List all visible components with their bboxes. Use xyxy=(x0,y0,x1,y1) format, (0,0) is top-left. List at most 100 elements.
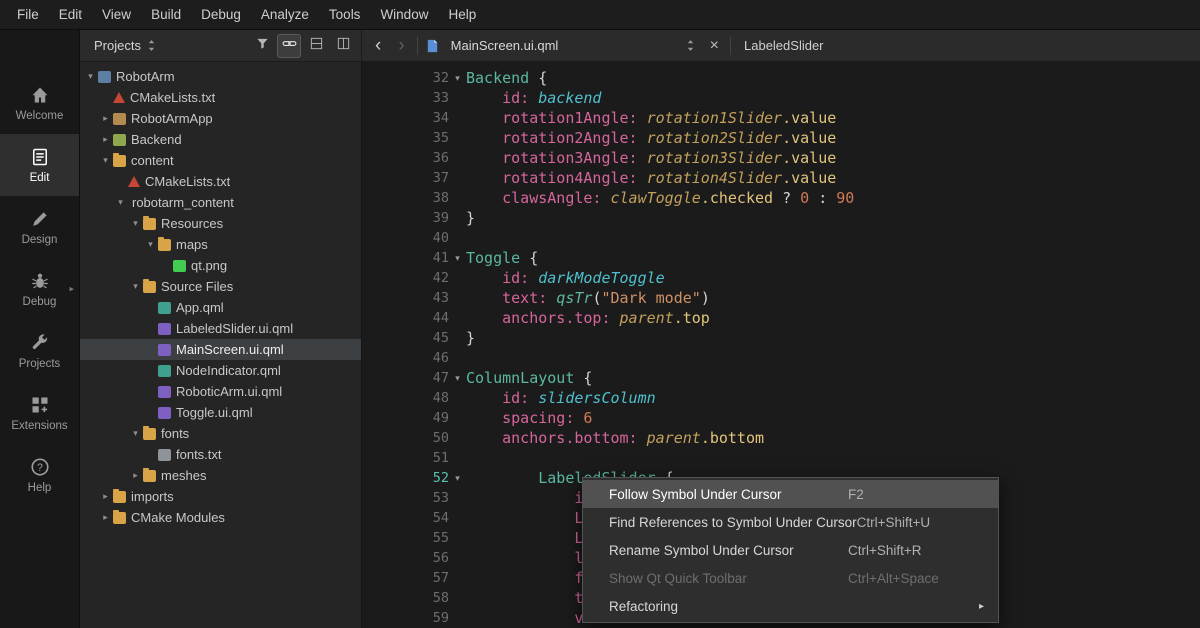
code-line-49[interactable]: spacing: 6 xyxy=(466,408,1200,428)
tree-item-cmake-modules[interactable]: ▸CMake Modules xyxy=(80,507,361,528)
context-menu-item-find-references-to-symbol-under-cursor[interactable]: Find References to Symbol Under CursorCt… xyxy=(583,508,998,536)
menu-window[interactable]: Window xyxy=(371,3,437,26)
go-forward-button[interactable]: › xyxy=(393,36,409,55)
code-line-35[interactable]: rotation2Angle: rotation2Slider.value xyxy=(466,128,1200,148)
line-number: 34 xyxy=(388,110,449,126)
context-menu-item-follow-symbol-under-cursor[interactable]: Follow Symbol Under CursorF2 xyxy=(583,480,998,508)
tree-item-robotarmapp[interactable]: ▸ RobotArmApp xyxy=(80,108,361,129)
tree-item-roboticarm-ui-qml[interactable]: RoboticArm.ui.qml xyxy=(80,381,361,402)
line-number: 37 xyxy=(388,170,449,186)
fold-marker-icon[interactable]: ▾ xyxy=(449,253,466,264)
tree-item-robotarm-content[interactable]: ▾robotarm_content xyxy=(80,192,361,213)
open-document-selector[interactable]: MainScreen.ui.qml xyxy=(447,36,699,55)
fold-marker-icon[interactable]: ▾ xyxy=(449,373,466,384)
menu-file[interactable]: File xyxy=(8,3,48,26)
expand-arrow-icon[interactable]: ▸ xyxy=(99,113,112,124)
expand-arrow-icon[interactable]: ▾ xyxy=(129,428,142,439)
mode-extensions[interactable]: Extensions xyxy=(0,382,79,444)
code-line-46[interactable] xyxy=(466,348,1200,368)
code-line-43[interactable]: text: qsTr("Dark mode") xyxy=(466,288,1200,308)
menu-edit[interactable]: Edit xyxy=(50,3,91,26)
close-document-button[interactable]: × xyxy=(706,37,723,55)
expand-arrow-icon[interactable]: ▾ xyxy=(84,71,97,82)
expand-arrow-icon[interactable]: ▾ xyxy=(99,155,112,166)
tree-item-cmakelists-txt[interactable]: CMakeLists.txt xyxy=(80,87,361,108)
code-line-50[interactable]: anchors.bottom: parent.bottom xyxy=(466,428,1200,448)
tree-item-cmakelists-txt[interactable]: CMakeLists.txt xyxy=(80,171,361,192)
context-menu-item-refactoring[interactable]: Refactoring▸ xyxy=(583,592,998,620)
code-line-34[interactable]: rotation1Angle: rotation1Slider.value xyxy=(466,108,1200,128)
expand-arrow-icon[interactable]: ▸ xyxy=(99,512,112,523)
expand-arrow-icon[interactable]: ▸ xyxy=(129,470,142,481)
tree-item-qt-png[interactable]: qt.png xyxy=(80,255,361,276)
mode-design[interactable]: Design xyxy=(0,196,79,258)
tree-item-maps[interactable]: ▾maps xyxy=(80,234,361,255)
tree-item-label: CMakeLists.txt xyxy=(145,174,230,189)
tree-item-toggle-ui-qml[interactable]: Toggle.ui.qml xyxy=(80,402,361,423)
code-line-48[interactable]: id: slidersColumn xyxy=(466,388,1200,408)
tree-item-robotarm[interactable]: ▾RobotArm xyxy=(80,66,361,87)
filter-button[interactable] xyxy=(250,34,274,58)
menu-debug[interactable]: Debug xyxy=(192,3,250,26)
expand-arrow-icon[interactable]: ▾ xyxy=(129,218,142,229)
folder-icon xyxy=(143,281,156,293)
menu-help[interactable]: Help xyxy=(439,3,485,26)
mode-welcome[interactable]: Welcome xyxy=(0,72,79,134)
tree-item-nodeindicator-qml[interactable]: NodeIndicator.qml xyxy=(80,360,361,381)
tree-item-labeledslider-ui-qml[interactable]: LabeledSlider.ui.qml xyxy=(80,318,361,339)
fold-marker-icon[interactable]: ▾ xyxy=(449,73,466,84)
mode-projects[interactable]: Projects xyxy=(0,320,79,382)
tree-item-fonts[interactable]: ▾fonts xyxy=(80,423,361,444)
gutter-row: 58 xyxy=(388,588,466,608)
close-split-button[interactable] xyxy=(331,34,355,58)
projects-pane-selector[interactable]: Projects xyxy=(94,38,246,53)
expand-arrow-icon[interactable]: ▾ xyxy=(144,239,157,250)
code-line-51[interactable] xyxy=(466,448,1200,468)
mode-help[interactable]: ?Help xyxy=(0,444,79,506)
code-line-40[interactable] xyxy=(466,228,1200,248)
code-line-38[interactable]: clawsAngle: clawToggle.checked ? 0 : 90 xyxy=(466,188,1200,208)
menu-build[interactable]: Build xyxy=(142,3,190,26)
code-line-37[interactable]: rotation4Angle: rotation4Slider.value xyxy=(466,168,1200,188)
split-button[interactable] xyxy=(304,34,328,58)
line-number: 45 xyxy=(388,330,449,346)
lib-icon xyxy=(113,134,126,146)
gutter-row: 39 xyxy=(388,208,466,228)
line-number: 40 xyxy=(388,230,449,246)
symbol-selector[interactable]: LabeledSlider xyxy=(738,38,824,53)
tree-item-resources[interactable]: ▾Resources xyxy=(80,213,361,234)
mode-edit[interactable]: Edit xyxy=(0,134,79,196)
menu-item-label: Find References to Symbol Under Cursor xyxy=(609,515,857,530)
expand-arrow-icon[interactable]: ▸ xyxy=(99,491,112,502)
tree-item-app-qml[interactable]: App.qml xyxy=(80,297,361,318)
menu-tools[interactable]: Tools xyxy=(320,3,370,26)
code-line-36[interactable]: rotation3Angle: rotation3Slider.value xyxy=(466,148,1200,168)
tree-item-backend[interactable]: ▸Backend xyxy=(80,129,361,150)
tree-item-fonts-txt[interactable]: fonts.txt xyxy=(80,444,361,465)
code-line-44[interactable]: anchors.top: parent.top xyxy=(466,308,1200,328)
code-line-45[interactable]: } xyxy=(466,328,1200,348)
expand-arrow-icon[interactable]: ▾ xyxy=(114,197,127,208)
code-line-47[interactable]: ColumnLayout { xyxy=(466,368,1200,388)
tree-item-meshes[interactable]: ▸meshes xyxy=(80,465,361,486)
link-with-editor-button[interactable] xyxy=(277,34,301,58)
expand-arrow-icon[interactable]: ▾ xyxy=(129,281,142,292)
mode-debug[interactable]: Debug▸ xyxy=(0,258,79,320)
code-line-42[interactable]: id: darkModeToggle xyxy=(466,268,1200,288)
code-line-32[interactable]: Backend { xyxy=(466,68,1200,88)
tree-item-label: RobotArmApp xyxy=(131,111,213,126)
expand-arrow-icon[interactable]: ▸ xyxy=(99,134,112,145)
menu-item-shortcut: Ctrl+Shift+U xyxy=(857,515,984,530)
context-menu-item-rename-symbol-under-cursor[interactable]: Rename Symbol Under CursorCtrl+Shift+R xyxy=(583,536,998,564)
fold-marker-icon[interactable]: ▾ xyxy=(449,473,466,484)
tree-item-mainscreen-ui-qml[interactable]: MainScreen.ui.qml xyxy=(80,339,361,360)
tree-item-imports[interactable]: ▸imports xyxy=(80,486,361,507)
code-line-41[interactable]: Toggle { xyxy=(466,248,1200,268)
code-line-33[interactable]: id: backend xyxy=(466,88,1200,108)
code-line-39[interactable]: } xyxy=(466,208,1200,228)
go-back-button[interactable]: ‹ xyxy=(370,36,386,55)
tree-item-content[interactable]: ▾content xyxy=(80,150,361,171)
menu-analyze[interactable]: Analyze xyxy=(252,3,318,26)
tree-item-source-files[interactable]: ▾Source Files xyxy=(80,276,361,297)
menu-view[interactable]: View xyxy=(93,3,140,26)
